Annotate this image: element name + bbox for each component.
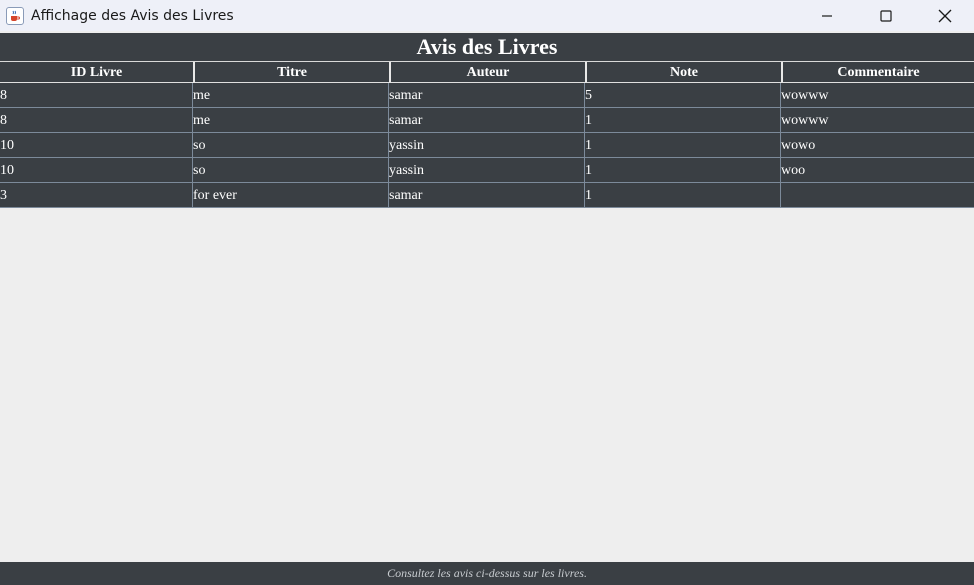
cell-note[interactable]: 1	[585, 183, 781, 208]
minimize-button[interactable]	[797, 0, 856, 31]
column-header-titre[interactable]: Titre	[193, 62, 389, 83]
minimize-icon	[821, 14, 832, 17]
cell-id-livre[interactable]: 8	[0, 108, 193, 133]
cell-auteur[interactable]: yassin	[389, 133, 585, 158]
column-header-note[interactable]: Note	[585, 62, 781, 83]
cell-id-livre[interactable]: 8	[0, 83, 193, 108]
java-cup-icon	[6, 6, 24, 25]
cell-titre[interactable]: me	[193, 108, 389, 133]
table-row[interactable]: 10 so yassin 1 woo	[0, 158, 974, 183]
cell-titre[interactable]: me	[193, 83, 389, 108]
cell-id-livre[interactable]: 3	[0, 183, 193, 208]
table-header-row: ID Livre Titre Auteur Note Commentaire	[0, 61, 974, 83]
maximize-icon	[879, 9, 892, 22]
window-titlebar[interactable]: Affichage des Avis des Livres	[0, 0, 974, 31]
table-row[interactable]: 10 so yassin 1 wowo	[0, 133, 974, 158]
maximize-button[interactable]	[856, 0, 915, 31]
table-row[interactable]: 8 me samar 5 wowww	[0, 83, 974, 108]
cell-note[interactable]: 5	[585, 83, 781, 108]
footer-text: Consultez les avis ci-dessus sur les liv…	[387, 566, 587, 580]
cell-id-livre[interactable]: 10	[0, 158, 193, 183]
cell-commentaire[interactable]: wowww	[781, 83, 974, 108]
column-header-id-livre[interactable]: ID Livre	[0, 62, 193, 83]
cell-commentaire[interactable]: wowo	[781, 133, 974, 158]
cell-titre[interactable]: so	[193, 158, 389, 183]
cell-auteur[interactable]: samar	[389, 183, 585, 208]
cell-commentaire[interactable]: wowww	[781, 108, 974, 133]
cell-note[interactable]: 1	[585, 133, 781, 158]
reviews-table[interactable]: ID Livre Titre Auteur Note Commentaire 8…	[0, 61, 974, 208]
cell-commentaire[interactable]: woo	[781, 158, 974, 183]
app-window: Affichage des Avis des Livres Avis des L…	[0, 0, 974, 585]
cell-note[interactable]: 1	[585, 158, 781, 183]
cell-titre[interactable]: for ever	[193, 183, 389, 208]
page-title: Avis des Livres	[416, 34, 558, 59]
cell-id-livre[interactable]: 10	[0, 133, 193, 158]
table-row[interactable]: 3 for ever samar 1	[0, 183, 974, 208]
cell-commentaire[interactable]	[781, 183, 974, 208]
column-header-auteur[interactable]: Auteur	[389, 62, 585, 83]
window-title: Affichage des Avis des Livres	[31, 7, 234, 24]
column-header-commentaire[interactable]: Commentaire	[781, 62, 974, 83]
cell-titre[interactable]: so	[193, 133, 389, 158]
window-controls	[797, 0, 974, 31]
cell-auteur[interactable]: samar	[389, 83, 585, 108]
cell-note[interactable]: 1	[585, 108, 781, 133]
close-icon	[938, 9, 951, 22]
table-row[interactable]: 8 me samar 1 wowww	[0, 108, 974, 133]
cell-auteur[interactable]: yassin	[389, 158, 585, 183]
cell-auteur[interactable]: samar	[389, 108, 585, 133]
header-band: Avis des Livres	[0, 33, 974, 61]
footer-bar: Consultez les avis ci-dessus sur les liv…	[0, 562, 974, 585]
close-button[interactable]	[915, 0, 974, 31]
